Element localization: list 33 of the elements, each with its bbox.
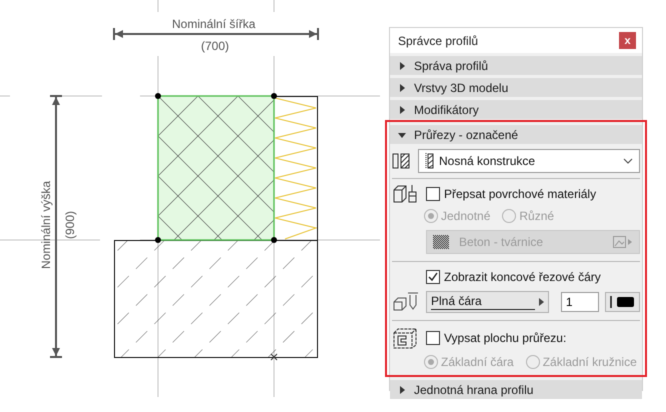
- material-swatch-icon: [433, 235, 449, 249]
- dimension-value: (700): [201, 39, 230, 53]
- section-header[interactable]: Průřezy - označené: [390, 125, 642, 144]
- collapsed-arrow-icon: [398, 106, 406, 114]
- collapsed-arrow-icon: [398, 84, 406, 92]
- line-type-dropdown[interactable]: Plná čára: [426, 291, 549, 313]
- section-header[interactable]: Správa profilů: [390, 56, 642, 75]
- dimension-label: Nominální šířka: [172, 17, 256, 31]
- cross-mark-icon: [270, 354, 278, 360]
- layers-icon: [392, 153, 412, 169]
- section-header[interactable]: Modifikátory: [390, 100, 642, 119]
- image-icon: [613, 236, 633, 248]
- structure-dropdown[interactable]: Nosná konstrukce: [418, 149, 640, 173]
- expanded-arrow-icon: [398, 130, 406, 138]
- pen-number-field[interactable]: 1: [560, 292, 599, 312]
- dimension-value: (900): [63, 211, 77, 239]
- checkmark-icon: [428, 272, 438, 282]
- pen-color-button[interactable]: [604, 292, 640, 312]
- checkbox[interactable]: Přepsat povrchové materiály: [426, 187, 596, 201]
- section-header[interactable]: Jednotná hrana profilu: [390, 380, 642, 399]
- collapsed-arrow-icon: [398, 386, 406, 394]
- collapsed-arrow-icon: [398, 62, 406, 70]
- hatch-icon: [425, 153, 435, 169]
- pen-color-icon: [609, 296, 636, 308]
- chevron-down-icon: [623, 158, 633, 164]
- caret-right-icon: [538, 298, 544, 306]
- pen-line-icon: [392, 292, 420, 312]
- dimension-label: Nominální výška: [39, 180, 54, 270]
- checkbox[interactable]: Zobrazit koncové řezové čáry: [426, 270, 601, 284]
- close-button[interactable]: x: [619, 32, 636, 49]
- panel-title: Správce profilů: [398, 34, 478, 48]
- section-header[interactable]: Vrstvy 3D modelu: [390, 78, 642, 97]
- checkbox[interactable]: Vypsat plochu průřezu:: [426, 331, 566, 345]
